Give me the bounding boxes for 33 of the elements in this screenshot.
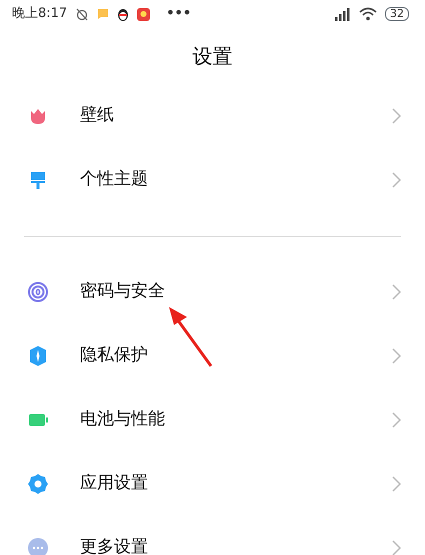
chevron-icon — [392, 108, 401, 124]
item-label: 个性主题 — [80, 168, 149, 192]
settings-item[interactable]: 个性主题 — [0, 148, 425, 212]
chevron-icon — [392, 284, 401, 300]
penguin-icon — [117, 7, 130, 21]
more-icon — [26, 536, 50, 555]
app-icon — [137, 8, 150, 20]
item-label: 应用设置 — [80, 472, 149, 496]
chevron-icon — [392, 540, 401, 555]
clock-text: 晚上8:17 — [12, 5, 68, 24]
more-text: ••• — [166, 5, 192, 24]
settings-item[interactable]: 电池与性能 — [0, 388, 425, 452]
settings-item[interactable]: 更多设置 — [0, 516, 425, 555]
settings-item[interactable]: 壁纸 — [0, 84, 425, 148]
item-label: 壁纸 — [80, 104, 115, 128]
message-icon — [97, 8, 110, 20]
item-label: 隐私保护 — [80, 344, 149, 368]
wifi-icon — [359, 7, 377, 21]
fingerprint-icon — [26, 280, 50, 304]
item-label: 电池与性能 — [80, 408, 166, 432]
settings-item[interactable]: 密码与安全 — [0, 260, 425, 324]
chevron-icon — [392, 348, 401, 364]
chevron-icon — [392, 476, 401, 492]
item-label: 更多设置 — [80, 536, 149, 555]
chevron-icon — [392, 172, 401, 188]
item-label: 密码与安全 — [80, 280, 166, 304]
signal-icon — [333, 7, 351, 21]
alarm-off-icon — [75, 7, 90, 21]
page-title: 设置 — [192, 43, 232, 70]
settings-item[interactable]: 应用设置 — [0, 452, 425, 516]
chevron-icon — [392, 412, 401, 428]
gear-icon — [26, 472, 50, 496]
settings-item[interactable]: 隐私保护 — [0, 324, 425, 388]
